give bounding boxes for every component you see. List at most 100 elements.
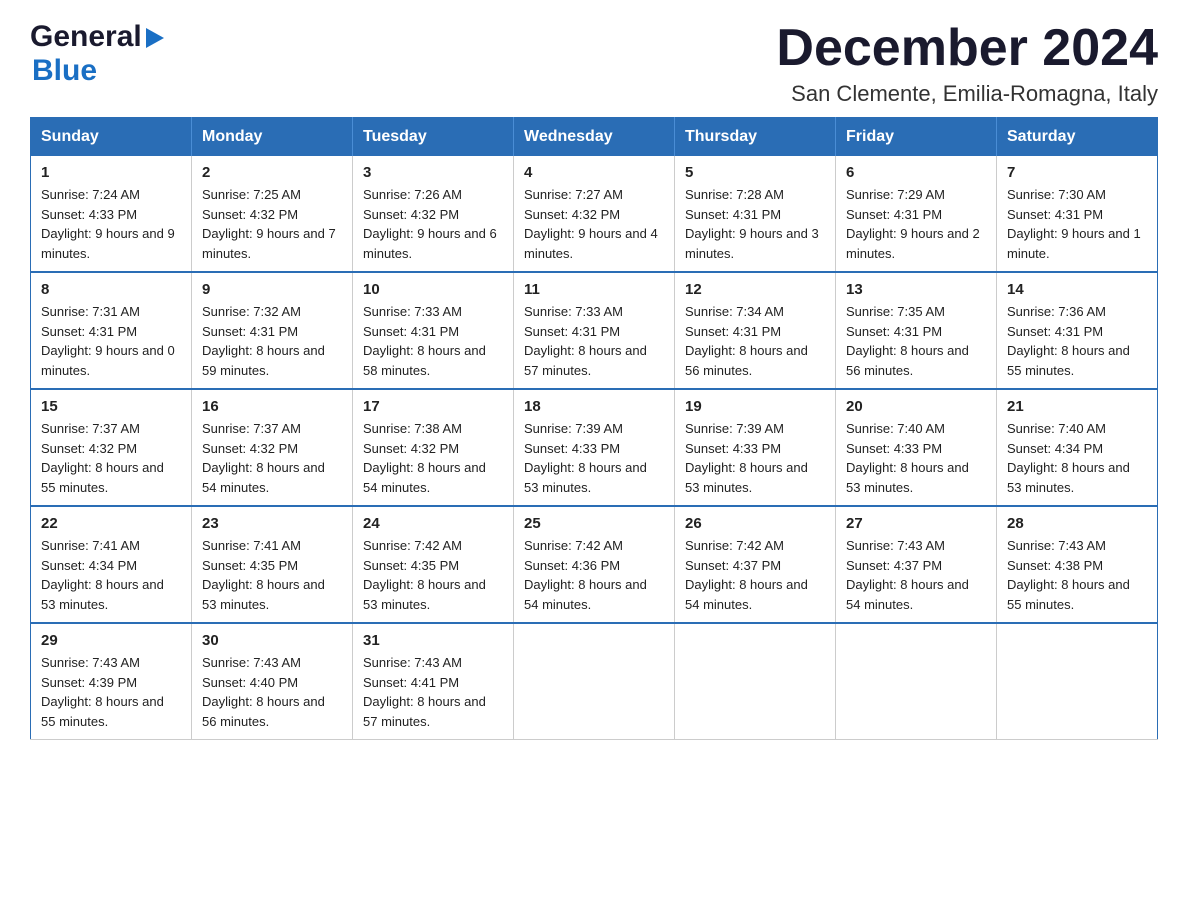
calendar-week-4: 22 Sunrise: 7:41 AMSunset: 4:34 PMDaylig… (31, 506, 1158, 623)
calendar-cell: 11 Sunrise: 7:33 AMSunset: 4:31 PMDaylig… (514, 272, 675, 389)
calendar-cell: 20 Sunrise: 7:40 AMSunset: 4:33 PMDaylig… (836, 389, 997, 506)
day-info: Sunrise: 7:37 AMSunset: 4:32 PMDaylight:… (202, 419, 342, 497)
day-info: Sunrise: 7:43 AMSunset: 4:41 PMDaylight:… (363, 653, 503, 731)
header-thursday: Thursday (675, 118, 836, 157)
day-info: Sunrise: 7:27 AMSunset: 4:32 PMDaylight:… (524, 185, 664, 263)
calendar-cell: 17 Sunrise: 7:38 AMSunset: 4:32 PMDaylig… (353, 389, 514, 506)
day-info: Sunrise: 7:39 AMSunset: 4:33 PMDaylight:… (685, 419, 825, 497)
day-info: Sunrise: 7:33 AMSunset: 4:31 PMDaylight:… (363, 302, 503, 380)
day-info: Sunrise: 7:40 AMSunset: 4:34 PMDaylight:… (1007, 419, 1147, 497)
calendar-cell: 16 Sunrise: 7:37 AMSunset: 4:32 PMDaylig… (192, 389, 353, 506)
logo: G eneral Blue (30, 20, 164, 88)
header-friday: Friday (836, 118, 997, 157)
day-number: 3 (363, 164, 503, 181)
calendar-cell: 31 Sunrise: 7:43 AMSunset: 4:41 PMDaylig… (353, 623, 514, 740)
header-tuesday: Tuesday (353, 118, 514, 157)
calendar-cell (997, 623, 1158, 740)
day-number: 21 (1007, 398, 1147, 415)
day-number: 17 (363, 398, 503, 415)
day-number: 15 (41, 398, 181, 415)
calendar-cell: 6 Sunrise: 7:29 AMSunset: 4:31 PMDayligh… (836, 156, 997, 272)
logo-general-rest: eneral (53, 20, 141, 54)
calendar-cell: 27 Sunrise: 7:43 AMSunset: 4:37 PMDaylig… (836, 506, 997, 623)
page-header: G eneral Blue December 2024 San Clemente… (30, 20, 1158, 107)
day-number: 14 (1007, 281, 1147, 298)
day-number: 27 (846, 515, 986, 532)
day-number: 31 (363, 632, 503, 649)
day-info: Sunrise: 7:32 AMSunset: 4:31 PMDaylight:… (202, 302, 342, 380)
calendar-cell: 25 Sunrise: 7:42 AMSunset: 4:36 PMDaylig… (514, 506, 675, 623)
day-info: Sunrise: 7:34 AMSunset: 4:31 PMDaylight:… (685, 302, 825, 380)
day-info: Sunrise: 7:41 AMSunset: 4:35 PMDaylight:… (202, 536, 342, 614)
calendar-title-block: December 2024 San Clemente, Emilia-Romag… (776, 20, 1158, 107)
day-number: 26 (685, 515, 825, 532)
calendar-cell: 14 Sunrise: 7:36 AMSunset: 4:31 PMDaylig… (997, 272, 1158, 389)
day-number: 30 (202, 632, 342, 649)
day-number: 20 (846, 398, 986, 415)
day-number: 13 (846, 281, 986, 298)
calendar-week-3: 15 Sunrise: 7:37 AMSunset: 4:32 PMDaylig… (31, 389, 1158, 506)
header-monday: Monday (192, 118, 353, 157)
day-number: 11 (524, 281, 664, 298)
calendar-cell: 10 Sunrise: 7:33 AMSunset: 4:31 PMDaylig… (353, 272, 514, 389)
calendar-cell: 21 Sunrise: 7:40 AMSunset: 4:34 PMDaylig… (997, 389, 1158, 506)
calendar-cell: 26 Sunrise: 7:42 AMSunset: 4:37 PMDaylig… (675, 506, 836, 623)
day-number: 29 (41, 632, 181, 649)
day-number: 8 (41, 281, 181, 298)
calendar-month-year: December 2024 (776, 20, 1158, 77)
calendar-cell: 18 Sunrise: 7:39 AMSunset: 4:33 PMDaylig… (514, 389, 675, 506)
day-number: 18 (524, 398, 664, 415)
day-info: Sunrise: 7:28 AMSunset: 4:31 PMDaylight:… (685, 185, 825, 263)
day-number: 10 (363, 281, 503, 298)
day-number: 9 (202, 281, 342, 298)
day-info: Sunrise: 7:42 AMSunset: 4:35 PMDaylight:… (363, 536, 503, 614)
day-info: Sunrise: 7:26 AMSunset: 4:32 PMDaylight:… (363, 185, 503, 263)
logo-blue-text: Blue (32, 54, 97, 88)
day-info: Sunrise: 7:37 AMSunset: 4:32 PMDaylight:… (41, 419, 181, 497)
calendar-week-5: 29 Sunrise: 7:43 AMSunset: 4:39 PMDaylig… (31, 623, 1158, 740)
calendar-cell: 23 Sunrise: 7:41 AMSunset: 4:35 PMDaylig… (192, 506, 353, 623)
day-number: 28 (1007, 515, 1147, 532)
calendar-cell: 24 Sunrise: 7:42 AMSunset: 4:35 PMDaylig… (353, 506, 514, 623)
day-info: Sunrise: 7:43 AMSunset: 4:40 PMDaylight:… (202, 653, 342, 731)
day-number: 16 (202, 398, 342, 415)
calendar-cell: 3 Sunrise: 7:26 AMSunset: 4:32 PMDayligh… (353, 156, 514, 272)
calendar-cell: 22 Sunrise: 7:41 AMSunset: 4:34 PMDaylig… (31, 506, 192, 623)
day-number: 22 (41, 515, 181, 532)
calendar-cell: 5 Sunrise: 7:28 AMSunset: 4:31 PMDayligh… (675, 156, 836, 272)
calendar-cell: 9 Sunrise: 7:32 AMSunset: 4:31 PMDayligh… (192, 272, 353, 389)
day-info: Sunrise: 7:40 AMSunset: 4:33 PMDaylight:… (846, 419, 986, 497)
day-info: Sunrise: 7:30 AMSunset: 4:31 PMDaylight:… (1007, 185, 1147, 263)
day-info: Sunrise: 7:43 AMSunset: 4:39 PMDaylight:… (41, 653, 181, 731)
day-info: Sunrise: 7:38 AMSunset: 4:32 PMDaylight:… (363, 419, 503, 497)
calendar-week-1: 1 Sunrise: 7:24 AMSunset: 4:33 PMDayligh… (31, 156, 1158, 272)
calendar-cell (675, 623, 836, 740)
header-saturday: Saturday (997, 118, 1158, 157)
calendar-cell: 12 Sunrise: 7:34 AMSunset: 4:31 PMDaylig… (675, 272, 836, 389)
day-info: Sunrise: 7:36 AMSunset: 4:31 PMDaylight:… (1007, 302, 1147, 380)
calendar-location: San Clemente, Emilia-Romagna, Italy (776, 81, 1158, 107)
day-info: Sunrise: 7:42 AMSunset: 4:37 PMDaylight:… (685, 536, 825, 614)
day-info: Sunrise: 7:25 AMSunset: 4:32 PMDaylight:… (202, 185, 342, 263)
day-info: Sunrise: 7:35 AMSunset: 4:31 PMDaylight:… (846, 302, 986, 380)
calendar-header: SundayMondayTuesdayWednesdayThursdayFrid… (31, 118, 1158, 157)
day-info: Sunrise: 7:43 AMSunset: 4:37 PMDaylight:… (846, 536, 986, 614)
day-info: Sunrise: 7:43 AMSunset: 4:38 PMDaylight:… (1007, 536, 1147, 614)
calendar-cell: 30 Sunrise: 7:43 AMSunset: 4:40 PMDaylig… (192, 623, 353, 740)
calendar-cell (836, 623, 997, 740)
day-number: 23 (202, 515, 342, 532)
day-number: 25 (524, 515, 664, 532)
day-number: 7 (1007, 164, 1147, 181)
day-number: 19 (685, 398, 825, 415)
day-info: Sunrise: 7:31 AMSunset: 4:31 PMDaylight:… (41, 302, 181, 380)
day-number: 1 (41, 164, 181, 181)
logo-general-text: G (30, 20, 53, 54)
calendar-cell: 8 Sunrise: 7:31 AMSunset: 4:31 PMDayligh… (31, 272, 192, 389)
day-info: Sunrise: 7:42 AMSunset: 4:36 PMDaylight:… (524, 536, 664, 614)
calendar-cell: 19 Sunrise: 7:39 AMSunset: 4:33 PMDaylig… (675, 389, 836, 506)
calendar-cell: 2 Sunrise: 7:25 AMSunset: 4:32 PMDayligh… (192, 156, 353, 272)
calendar-week-2: 8 Sunrise: 7:31 AMSunset: 4:31 PMDayligh… (31, 272, 1158, 389)
header-sunday: Sunday (31, 118, 192, 157)
calendar-table: SundayMondayTuesdayWednesdayThursdayFrid… (30, 117, 1158, 740)
calendar-cell: 4 Sunrise: 7:27 AMSunset: 4:32 PMDayligh… (514, 156, 675, 272)
